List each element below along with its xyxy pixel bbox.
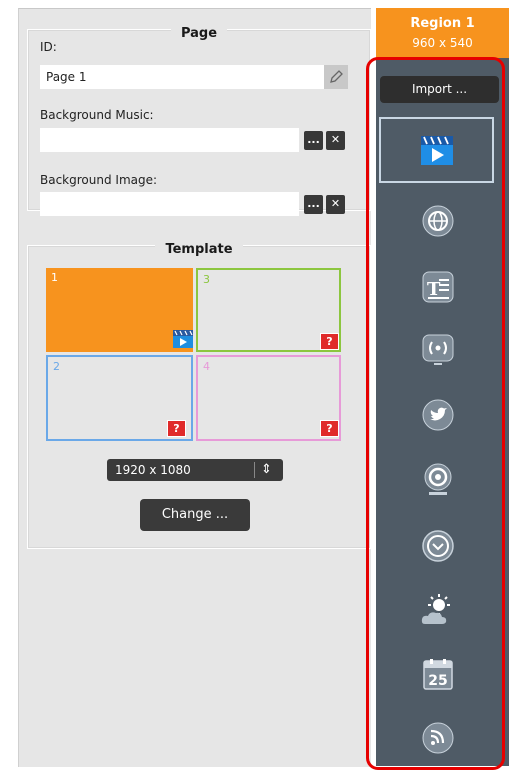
template-region-2[interactable]: 2 ? (46, 355, 193, 441)
updown-arrows-icon: ⇕ (261, 462, 272, 477)
resolution-select[interactable]: 1920 x 1080 ⇕ (107, 459, 283, 481)
calendar-icon: 25 (422, 659, 453, 690)
region-title: Region 1 (410, 16, 475, 31)
template-region-4[interactable]: 4 ? (196, 355, 341, 441)
edit-id-button[interactable] (324, 65, 348, 89)
camera-tool[interactable] (376, 450, 499, 510)
template-region-3[interactable]: 3 ? (196, 268, 341, 352)
region-header: Region 1 960 x 540 (376, 8, 509, 58)
camera-icon (424, 463, 451, 495)
broadcast-tool[interactable] (376, 320, 499, 380)
import-button[interactable]: Import ... (380, 76, 499, 103)
template-group-title: Template (155, 242, 243, 257)
unknown-content-icon: ? (167, 420, 186, 437)
browse-music-button[interactable]: ... (304, 131, 323, 150)
rss-icon (422, 722, 453, 754)
bg-music-label: Background Music: (40, 108, 154, 122)
resolution-value: 1920 x 1080 (115, 463, 191, 477)
properties-panel: Page ID: Page 1 Background Music: ... ✕ … (18, 8, 371, 767)
pencil-icon (330, 70, 343, 83)
web-icon (422, 205, 453, 237)
bg-music-input[interactable] (40, 128, 299, 152)
unknown-content-icon: ? (320, 333, 339, 350)
text-icon: T (422, 271, 453, 303)
clear-image-button[interactable]: ✕ (326, 195, 345, 214)
id-label: ID: (40, 40, 57, 54)
weather-tool[interactable] (376, 580, 499, 640)
id-input[interactable]: Page 1 (40, 65, 324, 89)
broadcast-icon (422, 334, 453, 365)
clock-icon (421, 530, 454, 562)
region-size: 960 x 540 (412, 36, 473, 50)
unknown-content-icon: ? (320, 420, 339, 437)
twitter-tool[interactable] (376, 385, 499, 445)
bg-image-label: Background Image: (40, 173, 158, 187)
template-region-1[interactable]: 1 (46, 268, 193, 352)
rss-tool[interactable] (376, 708, 499, 768)
bg-image-input[interactable] (40, 192, 299, 216)
web-tool[interactable] (376, 191, 499, 251)
clock-tool[interactable] (376, 516, 499, 576)
weather-icon (421, 594, 450, 624)
video-tool[interactable] (379, 117, 494, 183)
page-group-title: Page (170, 26, 228, 41)
twitter-icon (422, 399, 453, 431)
video-icon (173, 330, 193, 348)
calendar-day: 25 (428, 673, 447, 689)
media-toolbar: Import ... T 25 (376, 58, 509, 766)
clear-music-button[interactable]: ✕ (326, 131, 345, 150)
svg-text:T: T (427, 279, 441, 300)
page-group: Page ID: Page 1 Background Music: ... ✕ … (27, 26, 371, 216)
text-tool[interactable]: T (376, 257, 499, 317)
browse-image-button[interactable]: ... (304, 195, 323, 214)
video-icon (420, 136, 453, 165)
calendar-tool[interactable]: 25 (376, 645, 499, 705)
change-template-button[interactable]: Change ... (140, 499, 250, 531)
